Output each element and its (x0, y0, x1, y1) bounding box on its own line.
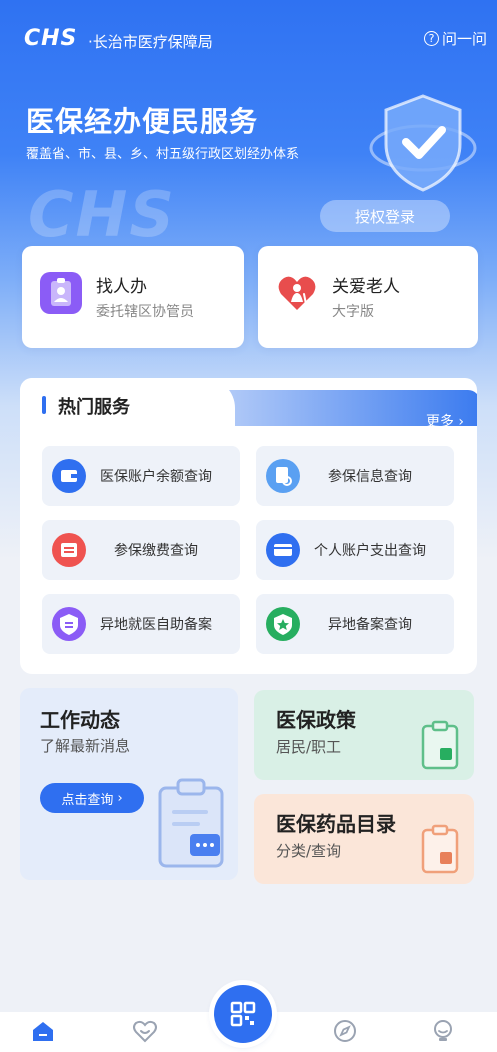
clipboard-chat-icon (158, 778, 224, 868)
qr-scan-button[interactable] (214, 985, 272, 1043)
service-item[interactable]: 异地就医自助备案 (42, 594, 240, 654)
service-item[interactable]: 参保信息查询 (256, 446, 454, 506)
elder-care-title: 关爱老人 (332, 277, 400, 297)
work-news-subtitle: 了解最新消息 (40, 737, 131, 755)
query-button-label: 点击查询 (61, 792, 114, 808)
service-item[interactable]: 医保账户余额查询 (42, 446, 240, 506)
help-label: 问一问 (441, 30, 487, 48)
panel-tab-background: 更多 › (210, 390, 477, 430)
title-accent-bar (42, 396, 46, 414)
drug-catalog-card[interactable]: 医保药品目录 分类/查询 (254, 794, 474, 884)
policy-document-icon (421, 720, 459, 770)
hero-title: 医保经办便民服务 (26, 105, 259, 138)
help-button[interactable]: ? 问一问 (423, 28, 487, 49)
service-item[interactable]: 异地备案查询 (256, 594, 454, 654)
qr-scan-icon (230, 1001, 256, 1027)
person-badge-icon (40, 272, 82, 314)
shield-check-icon (369, 94, 477, 192)
service-item[interactable]: 参保缴费查询 (42, 520, 240, 580)
more-label: 更多 (425, 414, 454, 430)
find-agent-subtitle: 委托辖区协管员 (96, 304, 194, 320)
service-label: 个人账户支出查询 (314, 543, 426, 559)
heart-icon[interactable] (132, 1018, 158, 1044)
chs-watermark: CHS (28, 178, 177, 251)
service-label: 异地就医自助备案 (100, 617, 212, 633)
work-news-title: 工作动态 (40, 708, 120, 732)
service-label: 参保信息查询 (328, 469, 412, 485)
service-item[interactable]: 个人账户支出查询 (256, 520, 454, 580)
hot-services-title: 热门服务 (58, 397, 130, 418)
service-label: 异地备案查询 (328, 617, 412, 633)
chs-logo: CHS (24, 26, 78, 51)
compass-icon[interactable] (332, 1018, 358, 1044)
drug-document-icon (421, 824, 459, 874)
heart-elder-icon (276, 272, 318, 314)
find-agent-card[interactable]: 找人办 委托辖区协管员 (22, 246, 244, 348)
drug-catalog-title: 医保药品目录 (276, 812, 396, 836)
question-icon: ? (423, 31, 439, 46)
home-icon[interactable] (30, 1018, 56, 1044)
bulb-icon[interactable] (430, 1018, 456, 1044)
more-link[interactable]: 更多 › (426, 411, 464, 431)
service-label: 参保缴费查询 (114, 543, 198, 559)
elder-care-subtitle: 大字版 (332, 304, 374, 320)
drug-catalog-subtitle: 分类/查询 (276, 842, 342, 860)
elder-care-card[interactable]: 关爱老人 大字版 (258, 246, 478, 348)
medical-policy-card[interactable]: 医保政策 居民/职工 (254, 690, 474, 780)
authorize-login-button[interactable]: 授权登录 (320, 200, 450, 232)
service-label: 医保账户余额查询 (100, 469, 212, 485)
query-button[interactable]: 点击查询 › (40, 783, 144, 813)
medical-policy-subtitle: 居民/职工 (276, 738, 342, 756)
org-name: ·长治市医疗保障局 (88, 33, 213, 51)
medical-policy-title: 医保政策 (276, 708, 356, 732)
hero-subtitle: 覆盖省、市、县、乡、村五级行政区划经办体系 (26, 147, 300, 162)
find-agent-title: 找人办 (96, 277, 147, 297)
hot-services-panel: 更多 › 热门服务 医保账户余额查询 参保信息查询 参保缴费查询 个人账户支出查… (20, 378, 477, 674)
